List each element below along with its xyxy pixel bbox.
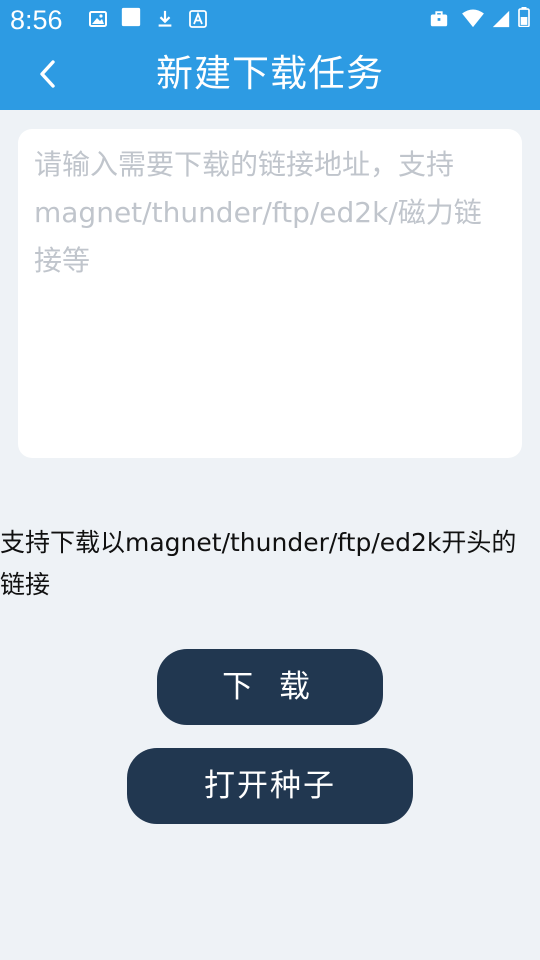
signal-icon: [492, 10, 510, 28]
status-bar: 8:56: [0, 0, 540, 38]
image-icon: [89, 11, 107, 27]
download-button[interactable]: 下 载: [157, 649, 383, 725]
app-square-icon: [121, 7, 141, 27]
url-input[interactable]: [18, 129, 522, 458]
hint-text: 支持下载以magnet/thunder/ftp/ed2k开头的链接: [0, 528, 517, 599]
page-title: 新建下载任务: [156, 52, 384, 95]
back-arrow-icon: [40, 60, 55, 88]
back-button[interactable]: [24, 52, 72, 96]
battery-icon: [518, 7, 530, 27]
app-bar: 新建下载任务: [0, 38, 540, 110]
download-icon: [158, 10, 172, 27]
wifi-icon: [462, 9, 484, 28]
url-input-container: [18, 129, 522, 458]
open-torrent-button[interactable]: 打开种子: [127, 748, 413, 824]
font-a-icon: [189, 10, 207, 28]
briefcase-icon: [430, 11, 448, 27]
status-time: 8:56: [10, 5, 63, 35]
